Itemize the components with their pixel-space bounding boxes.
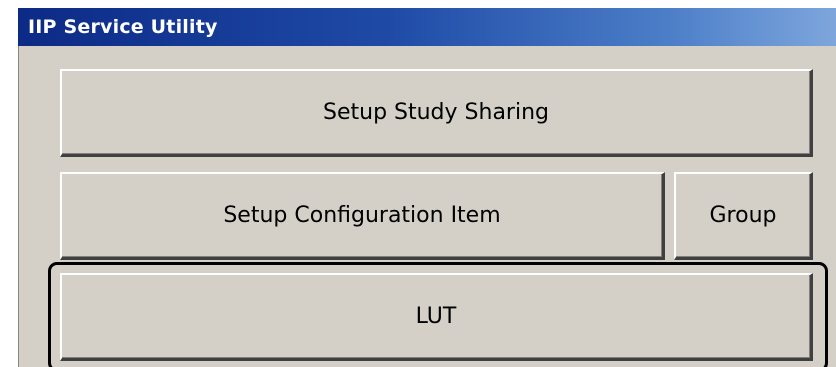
setup-study-sharing-label: Setup Study Sharing bbox=[323, 100, 549, 125]
setup-study-sharing-button[interactable]: Setup Study Sharing bbox=[60, 69, 813, 157]
window-title: IIP Service Utility bbox=[28, 16, 218, 38]
group-label: Group bbox=[709, 203, 777, 228]
lut-button[interactable]: LUT bbox=[60, 273, 813, 361]
setup-configuration-item-label: Setup Configuration Item bbox=[223, 203, 501, 228]
setup-configuration-item-button[interactable]: Setup Configuration Item bbox=[60, 172, 665, 260]
service-utility-window: IIP Service Utility Setup Study Sharing … bbox=[0, 0, 836, 367]
group-button[interactable]: Group bbox=[674, 172, 813, 260]
title-bar[interactable]: IIP Service Utility bbox=[18, 8, 836, 46]
lut-label: LUT bbox=[415, 304, 457, 329]
